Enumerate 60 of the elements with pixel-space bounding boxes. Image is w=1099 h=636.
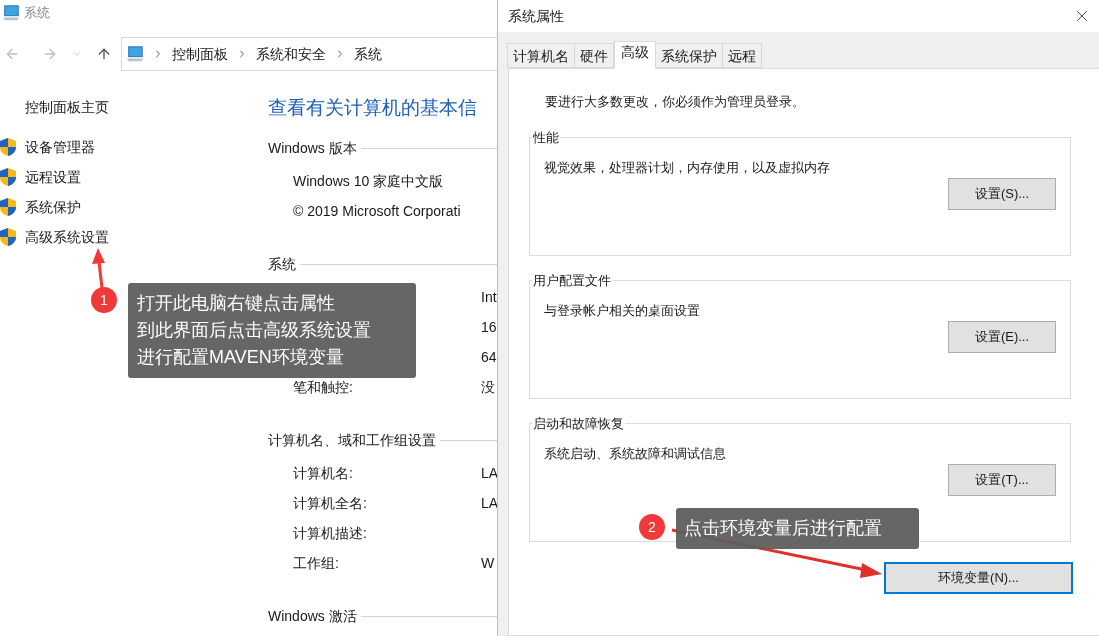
group-description: 系统启动、系统故障和调试信息 xyxy=(544,445,727,463)
sidebar-link[interactable]: 远程设置 xyxy=(25,166,81,188)
info-label: 计算机全名: xyxy=(293,494,367,511)
step-number: 1 xyxy=(91,287,117,313)
breadcrumb-item[interactable]: 系统和安全 xyxy=(256,43,326,65)
shield-icon xyxy=(0,198,16,216)
tab[interactable]: 系统保护 xyxy=(655,43,723,68)
dialog-title: 系统属性 xyxy=(508,6,564,26)
settings-button[interactable]: 设置(S)... xyxy=(948,177,1056,210)
up-icon[interactable] xyxy=(96,46,112,62)
address-bar[interactable]: 控制面板 系统和安全 系统 xyxy=(121,37,500,71)
section-title: 系统 xyxy=(268,254,297,274)
section-title: 计算机名、域和工作组设置 xyxy=(268,430,437,450)
section-title: Windows 激活 xyxy=(268,606,358,626)
tab[interactable]: 远程 xyxy=(722,43,762,68)
info-value: Int xyxy=(481,287,497,307)
tab[interactable]: 硬件 xyxy=(574,43,614,68)
forward-icon[interactable] xyxy=(42,46,58,62)
info-value: LA xyxy=(481,493,499,513)
info-label: 计算机名: xyxy=(293,464,353,481)
computer-icon xyxy=(126,45,144,63)
notice-text: 要进行大多数更改，你必须作为管理员登录。 xyxy=(545,93,806,111)
sidebar-link[interactable]: 系统保护 xyxy=(25,196,81,218)
environment-variables-button[interactable]: 环境变量(N)... xyxy=(884,561,1073,594)
group-description: 视觉效果，处理器计划，内存使用，以及虚拟内存 xyxy=(544,159,831,177)
group-title: 性能 xyxy=(532,128,560,147)
info-label: 工作组: xyxy=(293,554,339,571)
sidebar-link[interactable]: 设备管理器 xyxy=(25,136,95,158)
info-value: W xyxy=(481,553,495,573)
info-value: 没 xyxy=(481,377,495,397)
settings-button[interactable]: 设置(E)... xyxy=(948,320,1056,353)
computer-icon xyxy=(2,4,20,22)
info-label: 笔和触控: xyxy=(293,378,353,395)
sidebar-link[interactable]: 控制面板主页 xyxy=(25,97,109,117)
arrow xyxy=(92,248,105,289)
group-title: 用户配置文件 xyxy=(532,271,612,290)
info-text: Windows 10 家庭中文版 xyxy=(293,171,444,191)
breadcrumb-item[interactable]: 系统 xyxy=(354,43,382,65)
info-value: 16 xyxy=(481,317,497,337)
callout-text: 打开此电脑右键点击属性 到此界面后点击高级系统设置 进行配置MAVEN环境变量 xyxy=(128,283,416,378)
tab[interactable]: 计算机名 xyxy=(507,43,575,68)
chevron-icon[interactable] xyxy=(72,49,82,59)
info-value: 64 xyxy=(481,347,497,367)
shield-icon xyxy=(0,168,16,186)
info-label: 计算机描述: xyxy=(293,524,367,541)
tab[interactable]: 高级 xyxy=(614,41,656,69)
settings-button[interactable]: 设置(T)... xyxy=(948,463,1056,496)
info-text: © 2019 Microsoft Corporati xyxy=(293,201,461,221)
section-title: Windows 版本 xyxy=(268,138,358,158)
page-heading: 查看有关计算机的基本信 xyxy=(268,96,478,120)
callout-text: 点击环境变量后进行配置 xyxy=(676,508,919,549)
group-description: 与登录帐户相关的桌面设置 xyxy=(544,302,701,320)
group-title: 启动和故障恢复 xyxy=(532,414,625,433)
shield-icon xyxy=(0,138,16,156)
window-title: 系统 xyxy=(24,4,50,23)
breadcrumb-item[interactable]: 控制面板 xyxy=(172,43,228,65)
info-value: LA xyxy=(481,463,499,483)
sidebar-link[interactable]: 高级系统设置 xyxy=(25,226,109,248)
shield-icon xyxy=(0,228,16,246)
back-icon[interactable] xyxy=(4,46,20,62)
